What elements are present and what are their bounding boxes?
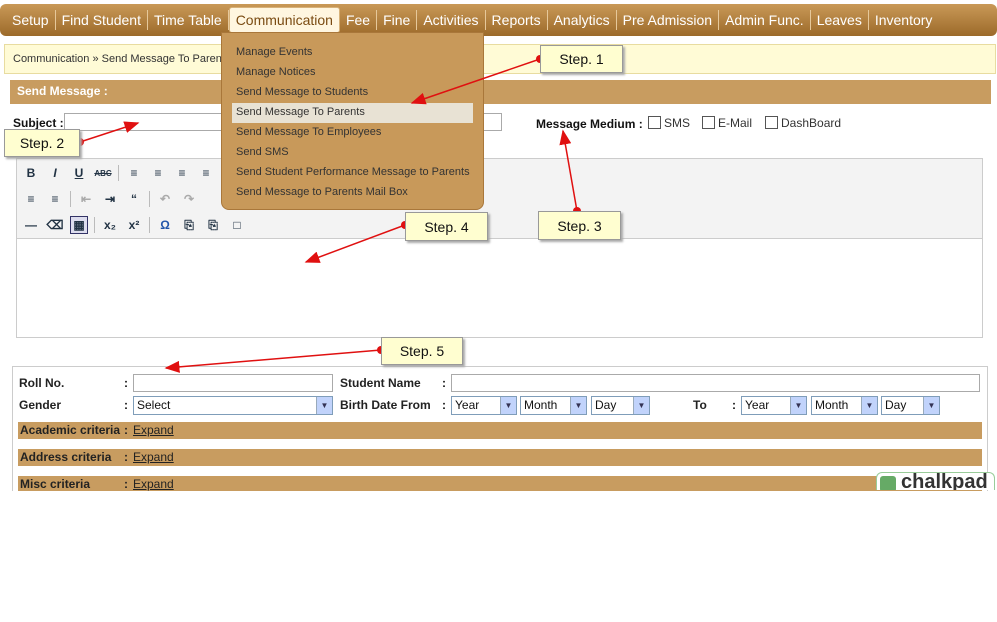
step-1-arrow — [410, 58, 541, 105]
step-1-callout: Step. 1 — [540, 45, 623, 73]
step-4-arrow — [304, 224, 406, 263]
step-4-callout: Step. 4 — [405, 212, 488, 241]
step-2-callout: Step. 2 — [4, 129, 80, 157]
step-3-arrow — [559, 129, 578, 212]
step-2-arrow — [79, 121, 140, 143]
step-3-callout: Step. 3 — [538, 211, 621, 240]
annotation-arrows — [76, 55, 581, 373]
step-5-arrow — [164, 349, 382, 373]
step-5-callout: Step. 5 — [381, 337, 463, 365]
